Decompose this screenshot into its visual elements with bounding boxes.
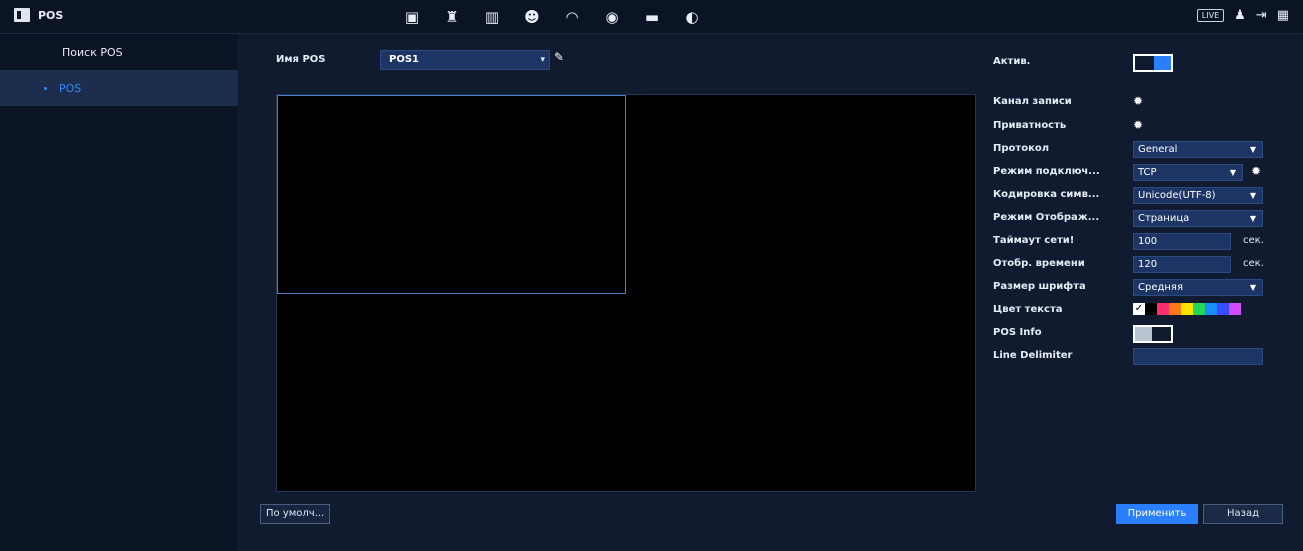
privacy-row: Приватность ✹ [993,118,1293,136]
apply-button[interactable]: Применить [1116,504,1198,524]
main-panel: Имя POS POS1 ▾ ✎ Актив. Канал записи ✹ П… [238,34,1303,551]
record-channel-label: Канал записи [993,96,1072,107]
connection-label: Режим подключ... [993,166,1100,177]
pos-info-toggle[interactable] [1133,325,1173,343]
back-button[interactable]: Назад [1203,504,1283,524]
gauge-icon[interactable]: ◠ [552,7,592,27]
sidebar-item-label: POS [59,81,82,95]
line-delimiter-row: Line Delimiter [993,348,1293,366]
timeout-row: Таймаут сети! 100 сек. [993,233,1293,251]
encoding-select[interactable]: Unicode(UTF-8) ▼ [1133,187,1263,204]
pos-overlay-region[interactable] [277,95,626,294]
pos-icon[interactable]: ▥ [472,7,512,27]
logout-icon[interactable]: ⇥ [1256,8,1267,23]
timeout-input[interactable]: 100 [1133,233,1231,250]
display-time-unit: сек. [1243,258,1264,269]
connection-select[interactable]: TCP ▼ [1133,164,1243,181]
encoding-row: Кодировка симв... Unicode(UTF-8) ▼ [993,187,1293,205]
font-size-value: Средняя [1138,282,1183,293]
connection-value: TCP [1138,167,1157,178]
ai-icon[interactable]: ☻ [512,7,552,27]
display-mode-row: Режим Отображ... Страница ▼ [993,210,1293,228]
color-swatch[interactable] [1181,303,1193,315]
timeout-unit: сек. [1243,235,1264,246]
active-label: Актив. [993,56,1031,67]
chevron-down-icon: ▼ [1249,214,1256,223]
sidebar-item-label: Поиск POS [62,45,123,59]
edit-icon[interactable]: ✎ [554,50,564,64]
sidebar: Поиск POS POS [0,34,238,551]
protocol-value: General [1138,144,1178,155]
color-swatch[interactable] [1229,303,1241,315]
color-swatch[interactable] [1157,303,1169,315]
alarm-icon[interactable]: ♜ [432,7,472,27]
font-size-row: Размер шрифта Средняя ▼ [993,279,1293,297]
main-menu-icons: ▣ ♜ ▥ ☻ ◠ ◉ ▬ ◐ [392,7,712,27]
pos-info-label: POS Info [993,327,1042,338]
user-icon[interactable]: ♟ [1234,8,1246,23]
pos-name-select[interactable]: POS1 ▾ [380,50,550,70]
pos-name-value: POS1 [389,54,419,65]
chevron-down-icon: ▼ [1229,168,1236,177]
line-delimiter-input[interactable] [1133,348,1263,365]
live-button[interactable]: LIVE [1196,9,1225,22]
record-icon[interactable]: ◉ [592,7,632,27]
active-toggle[interactable] [1133,54,1173,72]
app-title: POS [14,8,63,22]
toggle-knob [1135,327,1152,341]
display-time-label: Отобр. времени [993,258,1085,269]
chevron-down-icon: ▼ [1249,145,1256,154]
text-color-label: Цвет текста [993,304,1063,315]
display-mode-value: Страница [1138,213,1190,224]
active-dot-icon [44,86,47,90]
app-title-text: POS [38,8,64,22]
text-color-row: Цвет текста ✓ [993,302,1293,320]
monitor-icon[interactable]: ▬ [632,7,672,27]
display-mode-label: Режим Отображ... [993,212,1100,223]
color-swatch[interactable] [1169,303,1181,315]
color-swatch[interactable] [1145,303,1157,315]
color-swatch[interactable] [1205,303,1217,315]
color-swatch[interactable] [1193,303,1205,315]
pos-logo-icon [14,8,30,22]
color-swatch[interactable] [1217,303,1229,315]
sidebar-item-pos[interactable]: POS [0,70,238,106]
audio-icon[interactable]: ◐ [672,7,712,27]
connection-row: Режим подключ... TCP ▼ ✹ [993,164,1293,182]
top-bar: POS ▣ ♜ ▥ ☻ ◠ ◉ ▬ ◐ LIVE ♟ ⇥ ▦ [0,0,1303,34]
font-size-select[interactable]: Средняя ▼ [1133,279,1263,296]
camera-icon[interactable]: ▣ [392,7,432,27]
sidebar-item-pos-search[interactable]: Поиск POS [0,34,238,70]
privacy-label: Приватность [993,120,1067,131]
grid-icon[interactable]: ▦ [1277,8,1289,23]
line-delimiter-label: Line Delimiter [993,350,1073,361]
chevron-down-icon: ▼ [1249,191,1256,200]
protocol-label: Протокол [993,143,1050,154]
toggle-knob [1154,56,1171,70]
timeout-label: Таймаут сети! [993,235,1075,246]
record-channel-row: Канал записи ✹ [993,94,1293,112]
display-time-input[interactable]: 120 [1133,256,1231,273]
color-swatch-selected[interactable]: ✓ [1133,303,1145,315]
font-size-label: Размер шрифта [993,281,1086,292]
top-right-controls: LIVE ♟ ⇥ ▦ [1196,8,1289,23]
gear-icon[interactable]: ✹ [1133,118,1143,132]
default-button[interactable]: По умолч... [260,504,331,524]
gear-icon[interactable]: ✹ [1251,164,1261,178]
encoding-value: Unicode(UTF-8) [1138,190,1216,201]
text-color-swatches: ✓ [1133,303,1241,315]
display-time-row: Отобр. времени 120 сек. [993,256,1293,274]
pos-info-row: POS Info [993,325,1293,343]
chevron-down-icon: ▾ [540,55,545,65]
protocol-row: Протокол General ▼ [993,141,1293,159]
chevron-down-icon: ▼ [1249,283,1256,292]
pos-name-label: Имя POS [276,54,326,65]
display-mode-select[interactable]: Страница ▼ [1133,210,1263,227]
protocol-select[interactable]: General ▼ [1133,141,1263,158]
gear-icon[interactable]: ✹ [1133,94,1143,108]
video-preview [276,94,976,492]
encoding-label: Кодировка симв... [993,189,1100,200]
